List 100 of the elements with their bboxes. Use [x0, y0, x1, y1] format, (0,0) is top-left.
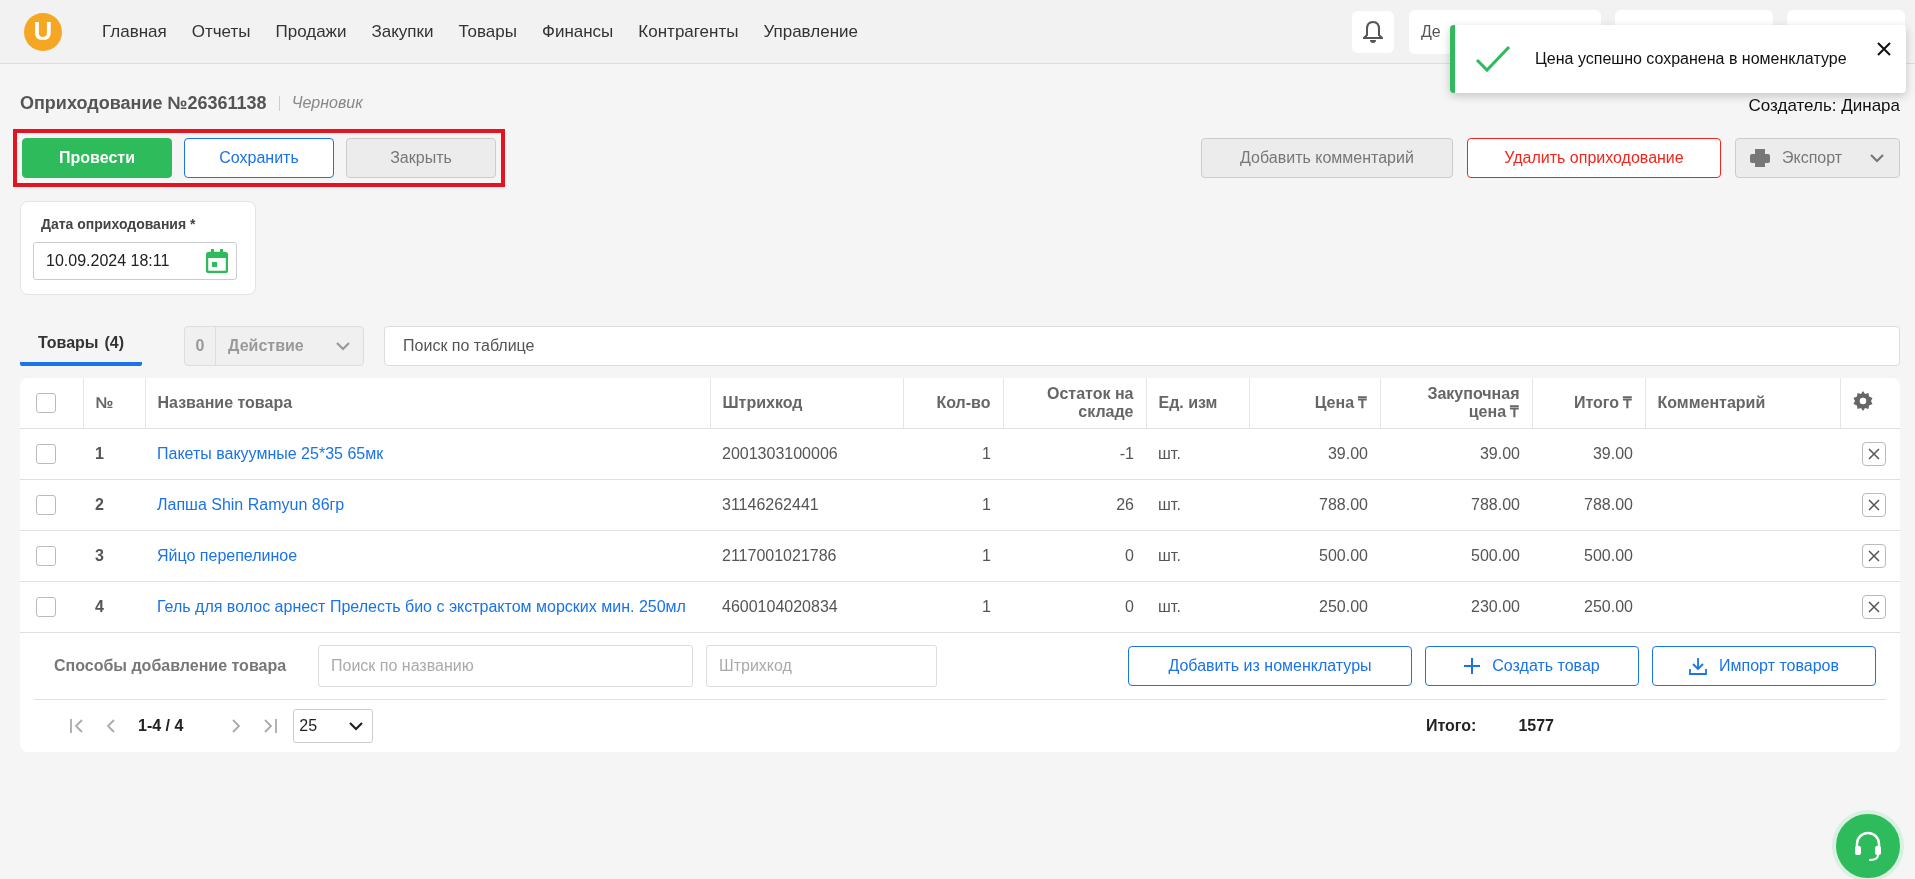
toast-message: Цена успешно сохранена в номенклатуре — [1535, 50, 1847, 68]
table-cell: 250.00 — [1584, 597, 1633, 615]
last-page-icon[interactable] — [263, 719, 278, 733]
close-icon — [1868, 601, 1880, 613]
check-icon — [1475, 45, 1511, 73]
checkbox[interactable] — [36, 495, 56, 515]
table-cell: 39.00 — [1592, 444, 1633, 462]
document-status: Черновик — [291, 94, 363, 112]
plus-icon — [1464, 658, 1481, 674]
checkbox[interactable] — [36, 546, 56, 566]
table-cell: 0 — [1125, 546, 1134, 564]
close-icon — [1868, 550, 1880, 562]
column-header: Остаток на складе — [1047, 384, 1134, 420]
table-cell: 0 — [1125, 597, 1134, 615]
table-cell: 4 — [95, 597, 104, 615]
table-cell: 4600104020834 — [722, 597, 838, 615]
bell-icon — [1363, 19, 1383, 44]
checkbox[interactable] — [36, 597, 56, 617]
table-cell: 1 — [982, 495, 991, 513]
nav-link[interactable]: Продажи — [275, 21, 347, 42]
creator-label: Создатель: Динара — [1748, 96, 1900, 116]
table-cell: 250.00 — [1319, 597, 1368, 615]
checkbox[interactable] — [36, 444, 56, 464]
action-button[interactable]: Удалить оприходование — [1467, 138, 1721, 178]
date-field[interactable]: 10.09.2024 18:11 — [33, 242, 237, 280]
delete-row-button[interactable] — [1862, 493, 1886, 517]
close-icon[interactable] — [1876, 41, 1892, 57]
column-header: № — [95, 393, 114, 411]
chevron-down-icon — [1869, 153, 1885, 163]
table-cell: 2 — [95, 495, 104, 513]
table-cell: 31146262441 — [722, 495, 819, 513]
notification-button[interactable] — [1352, 10, 1394, 53]
chevron-down-icon — [335, 341, 352, 351]
document-title: Оприходование №26361138 — [20, 92, 267, 114]
export-button[interactable]: Экспорт — [1735, 138, 1900, 178]
first-page-icon[interactable] — [70, 719, 84, 733]
table-cell: 1 — [982, 546, 991, 564]
product-link[interactable]: Лапша Shin Ramyun 86гр — [157, 495, 345, 513]
column-header: Ед. изм — [1158, 393, 1218, 411]
table-cell: шт. — [1158, 546, 1181, 564]
nav-link[interactable]: Управление — [763, 21, 858, 42]
table-cell: шт. — [1158, 597, 1181, 615]
action-button[interactable]: Сохранить — [184, 138, 334, 178]
table-cell: 500.00 — [1319, 546, 1368, 564]
close-icon — [1868, 448, 1880, 460]
action-button[interactable]: Провести — [22, 138, 172, 178]
column-header: Итого ₸ — [1573, 393, 1633, 411]
table-cell: 39.00 — [1327, 444, 1368, 462]
delete-row-button[interactable] — [1862, 595, 1886, 619]
table-cell: 788.00 — [1584, 495, 1633, 513]
total-value: 1577 — [1518, 717, 1554, 735]
table-cell: 39.00 — [1479, 444, 1520, 462]
chevron-down-icon — [348, 721, 365, 731]
product-link[interactable]: Гель для волос арнест Прелесть био с экстрактом морских мин. 250мл — [157, 597, 686, 615]
delete-row-button[interactable] — [1862, 442, 1886, 466]
tab[interactable]: Товары (4) — [20, 326, 143, 366]
product-link[interactable]: Яйцо перепелиное — [157, 546, 298, 564]
product-link[interactable]: Пакеты вакуумные 25*35 65мк — [157, 444, 384, 462]
table-cell: шт. — [1158, 444, 1181, 462]
column-header: Штрихкод — [722, 393, 803, 411]
table-cell: 3 — [95, 546, 104, 564]
nav-link[interactable]: Закупки — [371, 21, 434, 42]
delete-row-button[interactable] — [1862, 544, 1886, 568]
next-page-icon[interactable] — [231, 719, 242, 733]
barcode-field[interactable]: Штрихкод — [706, 645, 937, 687]
import-button[interactable]: Импорт товаров — [1652, 646, 1876, 686]
field-label: Дата оприходования * — [41, 216, 197, 232]
calendar-icon[interactable] — [206, 249, 228, 273]
add-methods-label: Способы добавление товара — [54, 657, 288, 675]
column-header: Кол-во — [936, 393, 991, 411]
settings-icon[interactable] — [1852, 390, 1873, 411]
close-icon — [1868, 499, 1880, 511]
nav-link[interactable]: Товары — [458, 21, 517, 42]
page-size-select[interactable]: 25 — [293, 709, 374, 743]
column-header: Закупочная цена ₸ — [1427, 384, 1520, 420]
table-cell: 1 — [982, 444, 991, 462]
column-header: Комментарий — [1657, 393, 1766, 411]
nav-link[interactable]: Отчеты — [191, 21, 251, 42]
checkbox[interactable] — [36, 393, 56, 413]
action-button[interactable]: Закрыть — [346, 138, 496, 178]
column-header: Цена ₸ — [1314, 393, 1368, 411]
table-cell: 1 — [95, 444, 104, 462]
nav-link[interactable]: Финансы — [541, 21, 614, 42]
table-cell: 1 — [982, 597, 991, 615]
table-cell: 2001303100006 — [722, 444, 838, 462]
table-cell: 230.00 — [1471, 597, 1520, 615]
table-cell: шт. — [1158, 495, 1181, 513]
action-button[interactable]: Добавить комментарий — [1201, 138, 1453, 178]
search-field[interactable]: Поиск по таблице — [384, 326, 1900, 366]
nav-link[interactable]: Контрагенты — [638, 21, 739, 42]
create-product-button[interactable]: Создать товар — [1425, 646, 1639, 686]
name-search-field[interactable]: Поиск по названию — [318, 645, 693, 687]
table-cell: 500.00 — [1471, 546, 1520, 564]
previous-page-icon[interactable] — [106, 719, 116, 733]
table-cell: 788.00 — [1471, 495, 1520, 513]
add-from-catalog-button[interactable]: Добавить из номенклатуры — [1128, 646, 1412, 686]
nav-link[interactable]: Главная — [102, 21, 167, 42]
table-cell: 500.00 — [1584, 546, 1633, 564]
download-icon — [1689, 657, 1707, 675]
total-label: Итого: — [1425, 717, 1477, 735]
